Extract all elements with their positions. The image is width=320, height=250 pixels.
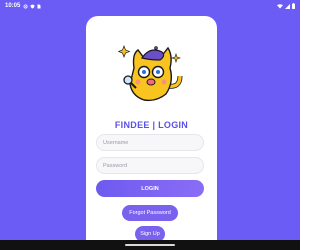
status-icons xyxy=(23,3,41,9)
password-input[interactable] xyxy=(96,157,204,174)
navigation-bar xyxy=(0,240,300,250)
username-input[interactable] xyxy=(96,134,204,151)
home-handle[interactable] xyxy=(125,244,175,246)
login-card: FINDEE | LOGIN LOGIN Forgot Password Sig… xyxy=(86,16,217,250)
app-screen: 10:05 FINDEE | LOGIN Username LOGIN Forg… xyxy=(0,0,300,250)
login-button[interactable]: LOGIN xyxy=(96,180,204,197)
status-right xyxy=(277,3,295,9)
page-title: FINDEE | LOGIN xyxy=(114,120,189,130)
settings-icon xyxy=(23,3,28,9)
wifi-icon xyxy=(277,3,283,8)
status-bar: 10:05 xyxy=(0,0,300,12)
battery-icon xyxy=(292,3,295,9)
status-time: 10:05 xyxy=(5,3,21,9)
forgot-password-button[interactable]: Forgot Password xyxy=(122,205,178,221)
shield-icon xyxy=(30,4,35,8)
cat-mascot-icon xyxy=(118,45,183,102)
signal-icon xyxy=(285,3,290,9)
sim-icon xyxy=(37,4,41,8)
